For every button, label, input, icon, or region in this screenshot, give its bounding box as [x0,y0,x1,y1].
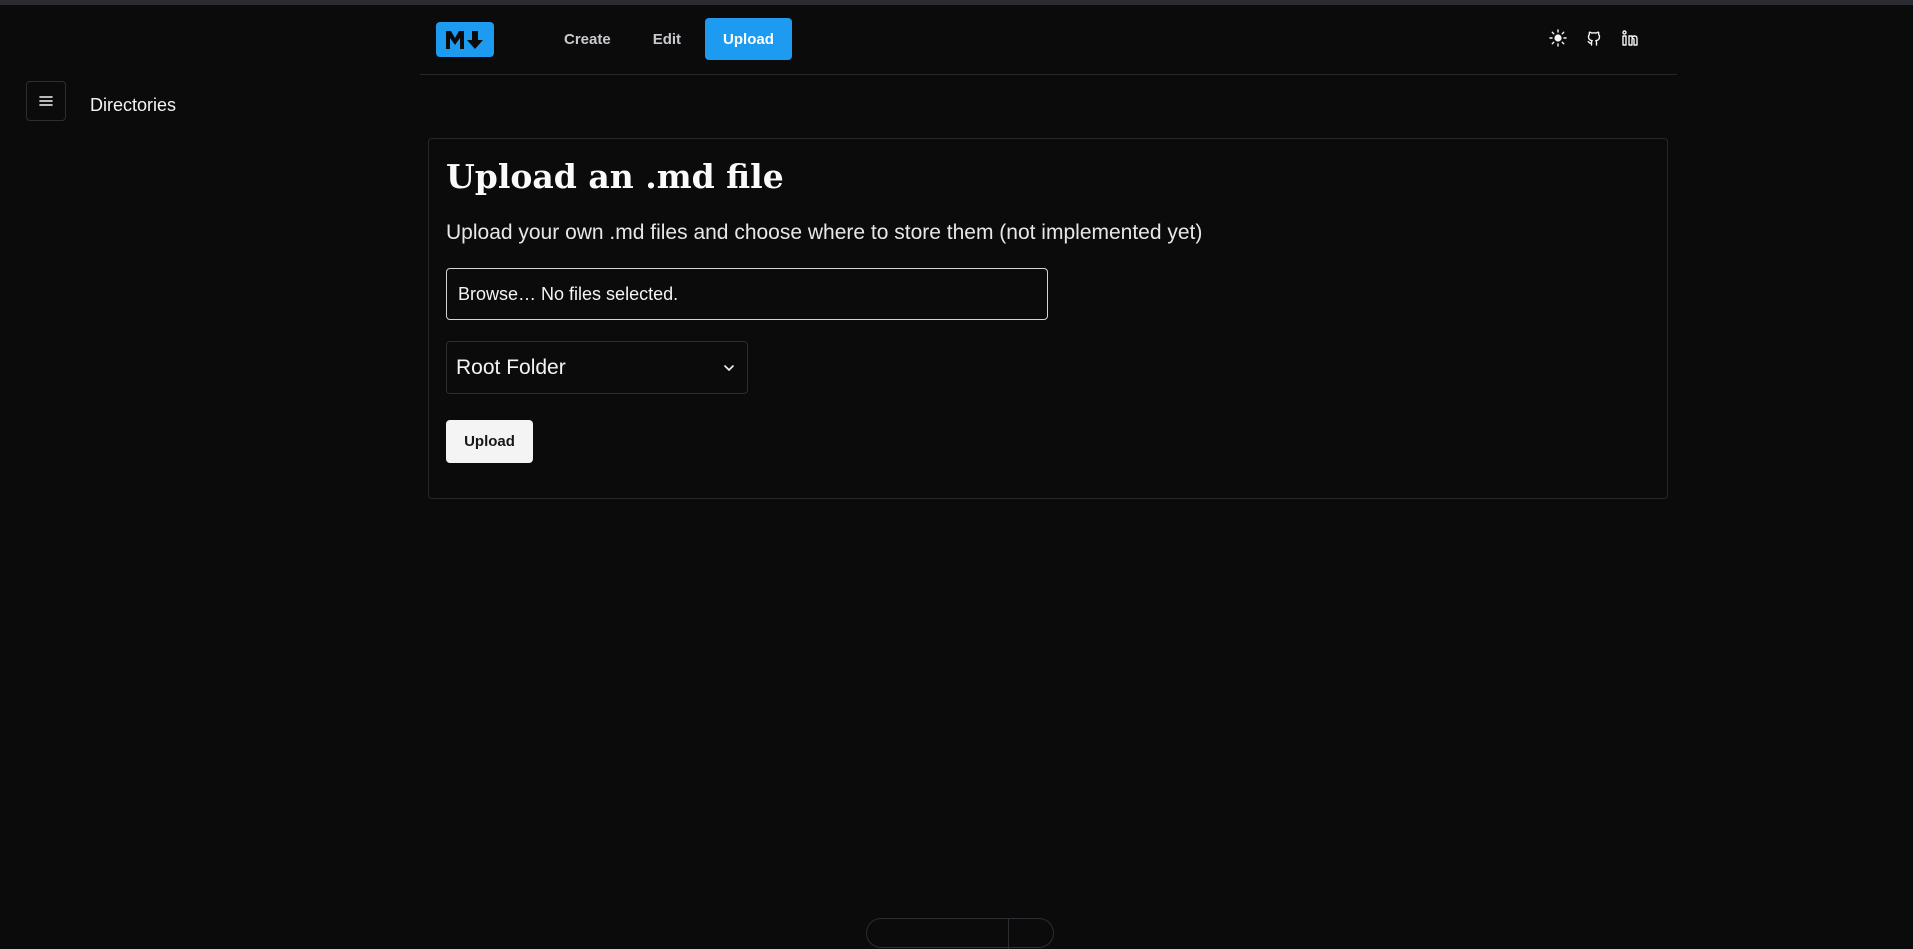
linkedin-icon[interactable] [1621,29,1639,47]
nav-edit-button[interactable]: Edit [635,18,699,60]
folder-select-value: Root Folder [456,355,566,379]
upload-button[interactable]: Upload [446,420,533,463]
sidebar-toggle-button[interactable] [26,81,66,121]
file-input[interactable]: Browse… No files selected. [446,268,1048,320]
markdown-logo-icon[interactable] [436,22,494,57]
folder-select[interactable]: Root Folder [446,341,748,394]
toolbar-divider [1008,919,1009,949]
header-icons [1549,29,1639,47]
bottom-toolbar[interactable] [866,918,1054,949]
file-status-text: No files selected. [541,283,679,304]
github-icon[interactable] [1585,29,1603,47]
page-description: Upload your own .md files and choose whe… [446,221,1203,244]
page-title: Upload an .md file [446,157,784,196]
nav-create-button[interactable]: Create [546,18,629,60]
top-navbar: Create Edit Upload [420,5,1677,75]
sun-icon[interactable] [1549,29,1567,47]
main-nav: Create Edit Upload [546,18,792,60]
sidebar-title: Directories [90,95,177,115]
chevron-down-icon [724,364,734,371]
browse-button-label[interactable]: Browse… [458,284,536,305]
nav-upload-button[interactable]: Upload [705,18,792,60]
upload-card: Upload an .md file Upload your own .md f… [428,138,1668,499]
hamburger-menu-icon [39,96,53,106]
